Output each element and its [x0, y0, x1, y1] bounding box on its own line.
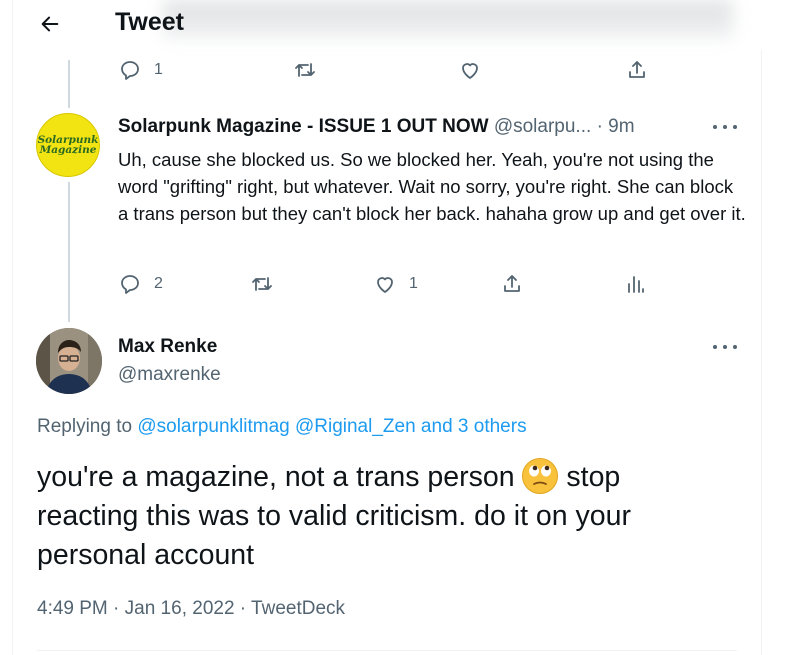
dot-icon: [713, 345, 717, 349]
back-button[interactable]: [35, 9, 65, 39]
replying-to: Replying to @solarpunklitmag @Riginal_Ze…: [37, 416, 527, 438]
share-button[interactable]: [500, 272, 524, 296]
rolling-eyes-emoji-icon: [522, 458, 559, 494]
dot-icon: [733, 125, 737, 129]
main-tweet-handle[interactable]: @maxrenke: [118, 364, 221, 386]
main-tweet-author[interactable]: Max Renke: [118, 336, 217, 358]
thread-line-top: [68, 60, 70, 108]
thread-line-middle: [68, 182, 70, 322]
dot-icon: [723, 125, 727, 129]
replying-to-label: Replying to: [37, 416, 133, 437]
reply-count: 2: [154, 275, 163, 292]
main-tweet-text: you're a magazine, not a trans person st…: [37, 458, 727, 575]
like-count: 1: [409, 275, 418, 292]
header: Tweet: [13, 0, 763, 50]
user-avatar[interactable]: [36, 328, 102, 394]
header-blur: [163, 0, 733, 38]
author-handle[interactable]: @solarpu...: [494, 116, 591, 137]
main-tweet-text-part1: you're a magazine, not a trans person: [37, 461, 515, 493]
more-options-button[interactable]: [713, 117, 737, 137]
dot-icon: [733, 345, 737, 349]
reply-button[interactable]: 2: [118, 272, 163, 296]
tweet-timestamp[interactable]: 4:49 PM · Jan 16, 2022 · TweetDeck: [37, 598, 345, 620]
retweet-icon: [295, 63, 315, 77]
analytics-icon: [628, 276, 644, 293]
divider: [37, 650, 737, 651]
retweet-icon: [252, 277, 272, 291]
share-icon: [504, 275, 520, 292]
author-name[interactable]: Solarpunk Magazine - ISSUE 1 OUT NOW: [118, 116, 489, 137]
reply-tweet-text: Uh, cause she blocked us. So we blocked …: [118, 149, 746, 224]
reply-icon: [121, 275, 139, 294]
heart-icon: [377, 277, 393, 293]
parent-retweet-button[interactable]: [293, 58, 317, 82]
avatar-photo: [36, 328, 102, 394]
dot-icon: [713, 125, 717, 129]
dot-icon: [723, 345, 727, 349]
solarpunk-avatar[interactable]: Solarpunk Magazine: [36, 113, 100, 177]
main-more-options-button[interactable]: [713, 337, 737, 357]
arrow-left-icon: [41, 16, 59, 32]
tweet-time[interactable]: · 9m: [597, 116, 635, 137]
reply-tweet-author: Solarpunk Magazine - ISSUE 1 OUT NOW @so…: [118, 116, 635, 138]
heart-icon: [462, 63, 478, 79]
retweet-button[interactable]: [250, 272, 274, 296]
avatar-logo-line2: Magazine: [39, 144, 97, 156]
tweet-detail-page: Tweet 1 Solarpunk Magazine Solarpunk Mag…: [12, 0, 763, 655]
reply-icon: [121, 61, 139, 80]
replying-to-links[interactable]: @solarpunklitmag @Riginal_Zen and 3 othe…: [137, 416, 526, 437]
emoji-face: [529, 465, 552, 485]
analytics-button[interactable]: [623, 272, 647, 296]
share-icon: [629, 61, 645, 78]
like-button[interactable]: 1: [373, 272, 418, 296]
parent-share-button[interactable]: [625, 58, 649, 82]
parent-reply-button[interactable]: 1: [118, 58, 163, 82]
page-title: Tweet: [115, 8, 184, 36]
parent-reply-count: 1: [154, 61, 163, 78]
parent-like-button[interactable]: [458, 58, 482, 82]
